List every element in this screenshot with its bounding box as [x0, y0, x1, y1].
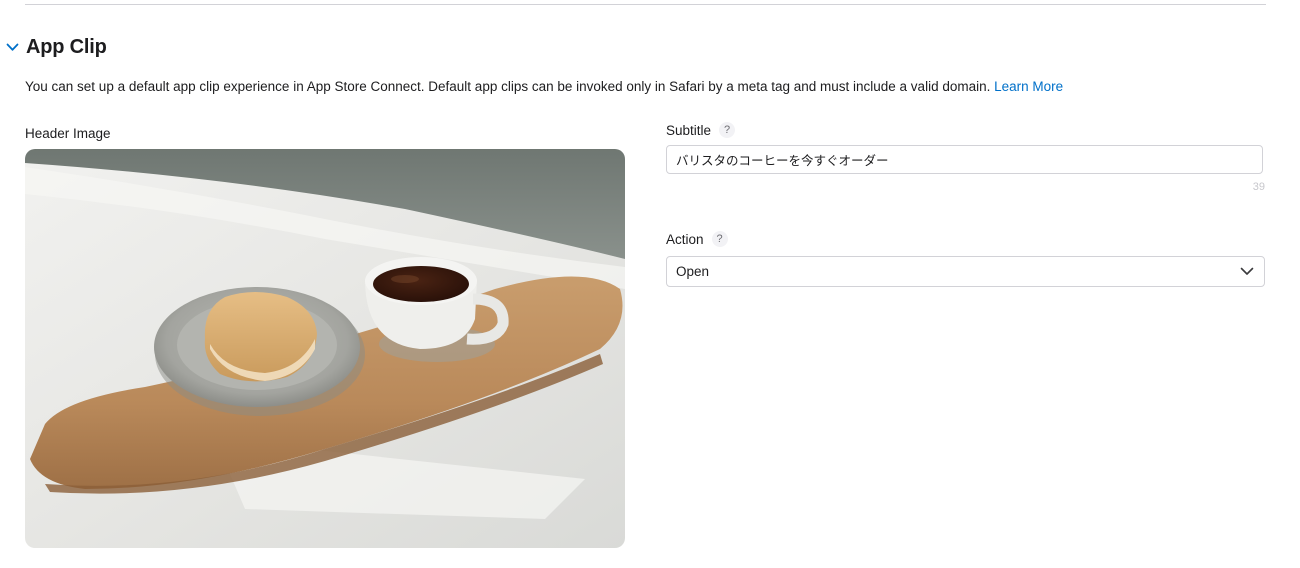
subtitle-label-text: Subtitle: [666, 122, 712, 138]
help-icon[interactable]: ?: [711, 231, 728, 247]
subtitle-label: Subtitle ?: [666, 122, 736, 138]
action-label-text: Action: [666, 231, 704, 247]
subtitle-char-count: 39: [1252, 181, 1265, 193]
section-divider: [25, 4, 1266, 5]
header-image-label: Header Image: [25, 126, 111, 141]
header-image-label-text: Header Image: [25, 126, 111, 141]
subtitle-input[interactable]: [666, 145, 1263, 174]
action-select-value: Open: [676, 264, 710, 279]
action-label: Action ?: [666, 231, 728, 247]
chevron-down-icon[interactable]: [4, 40, 20, 56]
action-select[interactable]: Open: [666, 256, 1265, 287]
section-title: App Clip: [26, 36, 107, 58]
description-text: You can set up a default app clip experi…: [25, 79, 991, 94]
help-icon[interactable]: ?: [719, 122, 736, 138]
header-image-photo: [25, 149, 625, 548]
chevron-down-icon: [1240, 263, 1254, 281]
header-image[interactable]: [25, 149, 625, 548]
app-clip-section-toggle[interactable]: App Clip: [4, 36, 107, 59]
section-description: You can set up a default app clip experi…: [25, 79, 1063, 94]
learn-more-link[interactable]: Learn More: [994, 79, 1063, 94]
